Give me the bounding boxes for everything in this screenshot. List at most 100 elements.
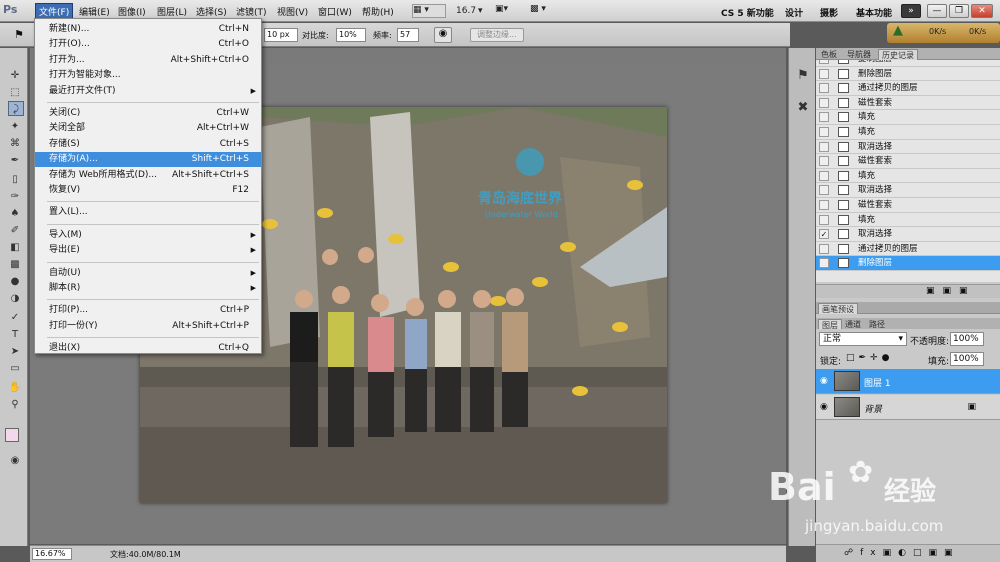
- lasso-tool-icon[interactable]: ⤸: [8, 101, 24, 116]
- tab-navigator[interactable]: 导航器: [844, 49, 874, 60]
- workspace-design[interactable]: 设计: [785, 6, 803, 19]
- history-checkbox[interactable]: [819, 60, 829, 64]
- history-checkbox[interactable]: [819, 83, 829, 94]
- tab-brush-presets[interactable]: 画笔预设: [818, 303, 858, 314]
- menu-image[interactable]: 图像(I): [118, 5, 146, 18]
- menu-window[interactable]: 窗口(W): [318, 5, 352, 18]
- history-checkbox[interactable]: [819, 127, 829, 137]
- history-checkbox[interactable]: [819, 141, 829, 152]
- layer-row-background[interactable]: ◉ 背景 ▣: [816, 395, 1000, 420]
- dodge-tool-icon[interactable]: ◑: [7, 291, 23, 306]
- file-menu-item[interactable]: 存储为(A)... Shift+Ctrl+S: [35, 152, 261, 168]
- menu-edit[interactable]: 编辑(E): [79, 5, 110, 18]
- menu-view[interactable]: 视图(V): [277, 5, 308, 18]
- history-step[interactable]: 取消选择: [816, 183, 1000, 198]
- history-step[interactable]: 通过拷贝的图层: [816, 242, 1000, 257]
- history-checkbox[interactable]: [819, 243, 829, 254]
- opacity-field[interactable]: 100%: [950, 332, 984, 346]
- history-step[interactable]: 删除图层: [816, 256, 1000, 271]
- quick-mask-icon[interactable]: ◉: [7, 453, 23, 468]
- zoom-level[interactable]: 16.7: [456, 6, 476, 20]
- file-menu-item[interactable]: 存储(S) Ctrl+S: [35, 137, 261, 152]
- type-tool-icon[interactable]: T: [7, 327, 23, 342]
- file-menu-item[interactable]: 导入(M) ▶: [35, 228, 261, 243]
- menu-help[interactable]: 帮助(H): [362, 5, 394, 18]
- history-checkbox[interactable]: [819, 112, 829, 123]
- stamp-tool-icon[interactable]: ♠: [7, 206, 23, 221]
- history-checkbox[interactable]: [819, 170, 829, 181]
- file-menu-item[interactable]: 关闭全部 Alt+Ctrl+W: [35, 121, 261, 136]
- file-menu-item[interactable]: 最近打开文件(T) ▶: [35, 84, 261, 99]
- zoom-tool-icon[interactable]: ⚲: [7, 397, 23, 412]
- file-menu-item[interactable]: 脚本(R) ▶: [35, 281, 261, 296]
- foreground-color-swatch[interactable]: [5, 428, 19, 442]
- history-brush-tool-icon[interactable]: ✐: [7, 223, 23, 238]
- width-field[interactable]: 10 px: [264, 28, 298, 42]
- file-menu-item[interactable]: 打开(O)... Ctrl+O: [35, 37, 261, 52]
- file-menu-item[interactable]: 存储为 Web所用格式(D)... Alt+Shift+Ctrl+S: [35, 168, 261, 183]
- status-zoom[interactable]: 16.67%: [32, 548, 72, 560]
- file-menu-item[interactable]: 打开为智能对象...: [35, 68, 261, 83]
- history-checkbox[interactable]: [819, 200, 829, 210]
- extras-icon[interactable]: ▩ ▾: [530, 4, 558, 18]
- expand-workspaces-button[interactable]: »: [901, 4, 921, 18]
- history-step[interactable]: 磁性套索: [816, 198, 1000, 213]
- file-menu-item[interactable]: 打印(P)... Ctrl+P: [35, 303, 261, 318]
- brush-tool-icon[interactable]: ✑: [7, 189, 23, 204]
- eye-icon[interactable]: ◉: [820, 376, 830, 386]
- tab-swatches[interactable]: 色板: [818, 49, 840, 60]
- lock-icons[interactable]: □✒✛●: [846, 353, 893, 363]
- file-menu-item[interactable]: 恢复(V) F12: [35, 183, 261, 198]
- magnetic-lasso-preset-icon[interactable]: ⚑: [14, 28, 24, 41]
- file-menu-item[interactable]: 自动(U) ▶: [35, 266, 261, 281]
- healing-tool-icon[interactable]: ▯: [7, 172, 23, 187]
- file-menu-item[interactable]: 打开为... Alt+Shift+Ctrl+O: [35, 53, 261, 68]
- file-menu-item[interactable]: 置入(L)...: [35, 205, 261, 220]
- fill-field[interactable]: 100%: [950, 352, 984, 366]
- layer-row-1[interactable]: ◉ 图层 1: [816, 369, 1000, 394]
- history-step[interactable]: 磁性套索: [816, 96, 1000, 111]
- contrast-field[interactable]: 10%: [336, 28, 366, 42]
- chevron-down-icon[interactable]: ▾: [478, 6, 483, 20]
- file-menu-item[interactable]: 打印一份(Y) Alt+Shift+Ctrl+P: [35, 319, 261, 334]
- close-button[interactable]: ✕: [971, 4, 993, 18]
- arrange-icon[interactable]: ▣▾: [495, 4, 515, 18]
- history-step[interactable]: 磁性套索: [816, 154, 1000, 169]
- file-menu-item[interactable]: 新建(N)... Ctrl+N: [35, 22, 261, 37]
- history-step[interactable]: 通过拷贝的图层: [816, 81, 1000, 96]
- eyedropper-tool-icon[interactable]: ✒: [7, 153, 23, 168]
- restore-button[interactable]: ❐: [949, 4, 969, 18]
- history-step[interactable]: 填充: [816, 213, 1000, 228]
- marquee-tool-icon[interactable]: ⬚: [7, 85, 23, 100]
- path-select-tool-icon[interactable]: ➤: [7, 344, 23, 359]
- brush-preset-icon[interactable]: ⚑: [793, 66, 813, 86]
- history-checkbox[interactable]: [819, 156, 829, 167]
- menu-select[interactable]: 选择(S): [196, 5, 227, 18]
- history-step[interactable]: 填充: [816, 169, 1000, 184]
- menu-filter[interactable]: 滤镜(T): [236, 5, 267, 18]
- tab-history[interactable]: 历史记录: [878, 49, 918, 60]
- history-step[interactable]: 取消选择: [816, 140, 1000, 155]
- history-step[interactable]: 填充: [816, 110, 1000, 125]
- tools-preset-icon[interactable]: ✖: [793, 98, 813, 118]
- eye-icon[interactable]: ◉: [820, 402, 830, 412]
- history-checkbox[interactable]: ✓: [819, 229, 829, 240]
- blend-mode-select[interactable]: 正常 ▾: [819, 332, 907, 346]
- blur-tool-icon[interactable]: ●: [7, 274, 23, 289]
- history-step[interactable]: 填充: [816, 125, 1000, 140]
- history-checkbox[interactable]: [819, 185, 829, 196]
- shape-tool-icon[interactable]: ▭: [7, 361, 23, 376]
- history-checkbox[interactable]: [819, 68, 829, 79]
- history-step[interactable]: 复制图层: [816, 60, 1000, 67]
- crop-tool-icon[interactable]: ⌘: [7, 136, 23, 151]
- refine-edge-button[interactable]: 调整边缘...: [470, 28, 524, 42]
- file-menu-item[interactable]: 退出(X) Ctrl+Q: [35, 341, 261, 356]
- history-checkbox[interactable]: [819, 258, 829, 269]
- gradient-tool-icon[interactable]: ▩: [7, 257, 23, 272]
- file-menu-item[interactable]: 关闭(C) Ctrl+W: [35, 106, 261, 121]
- eraser-tool-icon[interactable]: ◧: [7, 240, 23, 255]
- history-checkbox[interactable]: [819, 97, 829, 108]
- file-menu-item[interactable]: 导出(E) ▶: [35, 243, 261, 258]
- workspace-essentials[interactable]: 基本功能: [856, 6, 892, 19]
- tablet-pressure-icon[interactable]: ◉: [434, 27, 452, 43]
